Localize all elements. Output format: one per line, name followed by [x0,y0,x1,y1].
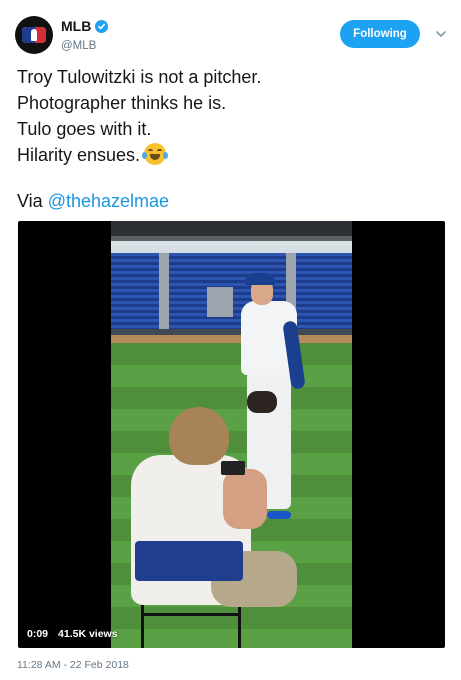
tweet-text: Troy Tulowitzki is not a pitcher. Photog… [17,64,447,168]
video-frame [111,221,352,648]
account-handle[interactable]: @MLB [61,40,108,52]
phone [221,461,245,475]
tweet-header: MLB @MLB Following [15,14,451,58]
tweet-line-with-emoji: Hilarity ensues. [17,142,447,168]
video-view-count: 41.5K views [58,628,118,640]
mention-link[interactable]: @thehazelmae [48,191,169,211]
video-meta: 0:09 41.5K views [27,628,118,640]
display-name[interactable]: MLB [61,18,91,34]
chevron-down-icon[interactable] [433,26,449,42]
video-elapsed-time: 0:09 [27,628,49,640]
tweet-line: Tulo goes with it. [17,119,152,139]
verified-badge-icon [95,19,109,33]
via-line: Via @thehazelmae [17,188,169,214]
account-info[interactable]: MLB @MLB [61,18,109,52]
tweet-line: Hilarity ensues. [17,145,141,165]
via-label: Via [17,191,48,211]
mlb-logo-icon [22,27,46,43]
following-button[interactable]: Following [340,20,420,48]
face-with-tears-of-joy-icon [142,143,169,165]
video-player[interactable]: 0:09 41.5K views [18,221,445,648]
baseball-glove [247,391,277,413]
tweet-line: Photographer thinks he is. [17,93,227,113]
tweet-timestamp[interactable]: 11:28 AM - 22 Feb 2018 [17,659,129,671]
tweet-line: Troy Tulowitzki is not a pitcher. [17,67,262,87]
avatar[interactable] [15,16,53,54]
